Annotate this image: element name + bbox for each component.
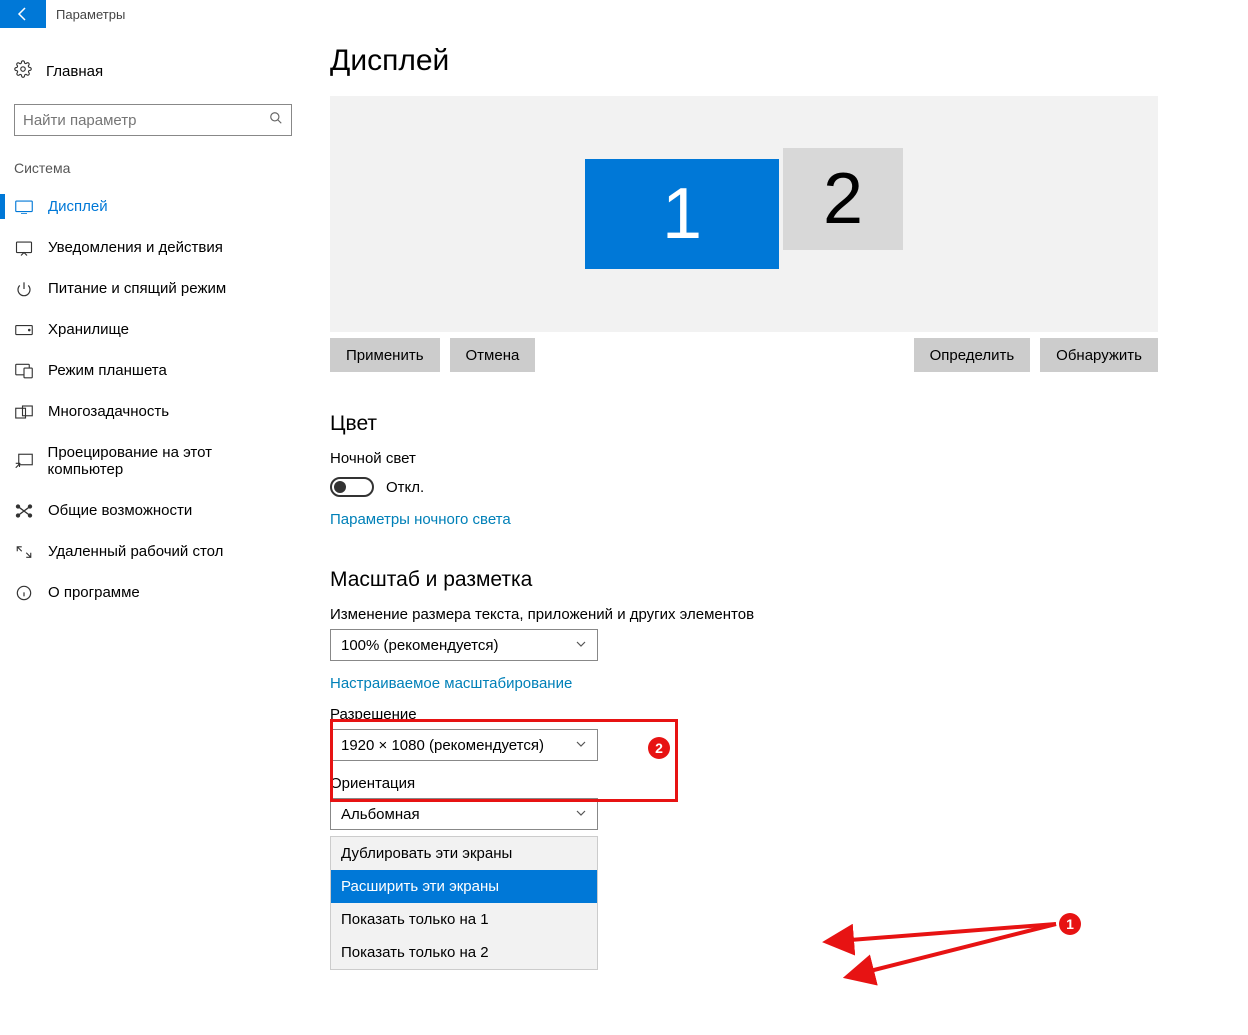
cancel-button[interactable]: Отмена: [450, 338, 536, 372]
orientation-value: Альбомная: [341, 806, 420, 823]
home-link[interactable]: Главная: [0, 50, 300, 92]
menu-item-only-2[interactable]: Показать только на 2: [331, 936, 597, 969]
sidebar-item-label: Хранилище: [48, 321, 129, 338]
sidebar-item-display[interactable]: Дисплей: [0, 186, 300, 227]
apply-button[interactable]: Применить: [330, 338, 440, 372]
sidebar-item-shared[interactable]: Общие возможности: [0, 490, 300, 531]
resolution-dropdown[interactable]: 1920 × 1080 (рекомендуется): [330, 729, 598, 761]
titlebar: Параметры: [0, 0, 1248, 28]
sidebar: Главная Система Дисплей Уведомления и де…: [0, 28, 300, 1000]
sidebar-item-label: Общие возможности: [48, 502, 192, 519]
search-icon: [269, 111, 283, 129]
scale-section-title: Масштаб и разметка: [330, 568, 1218, 592]
menu-item-only-1[interactable]: Показать только на 1: [331, 903, 597, 936]
sidebar-item-remote[interactable]: Удаленный рабочий стол: [0, 531, 300, 572]
arrow-left-icon: [15, 6, 31, 22]
custom-scale-link[interactable]: Настраиваемое масштабирование: [330, 675, 572, 692]
multi-display-menu: Дублировать эти экраны Расширить эти экр…: [330, 836, 598, 970]
power-icon: [14, 281, 34, 297]
scale-value: 100% (рекомендуется): [341, 637, 498, 654]
orientation-dropdown[interactable]: Альбомная: [330, 798, 598, 830]
toggle-state: Откл.: [386, 479, 424, 496]
detect-button[interactable]: Обнаружить: [1040, 338, 1158, 372]
scale-dropdown[interactable]: 100% (рекомендуется): [330, 629, 598, 661]
sidebar-item-power[interactable]: Питание и спящий режим: [0, 268, 300, 309]
projecting-icon: [14, 453, 34, 469]
scale-label: Изменение размера текста, приложений и д…: [330, 606, 1218, 623]
main-content: Дисплей 1 2 Применить Отмена Определить …: [300, 28, 1248, 1000]
tablet-icon: [14, 363, 34, 379]
window-title: Параметры: [56, 7, 125, 22]
sidebar-item-notifications[interactable]: Уведомления и действия: [0, 227, 300, 268]
back-button[interactable]: [0, 0, 46, 28]
sidebar-item-label: О программе: [48, 584, 140, 601]
menu-item-duplicate[interactable]: Дублировать эти экраны: [331, 837, 597, 870]
display-arrangement[interactable]: 1 2: [330, 96, 1158, 332]
menu-item-extend[interactable]: Расширить эти экраны: [331, 870, 597, 903]
sidebar-item-label: Многозадачность: [48, 403, 169, 420]
identify-button[interactable]: Определить: [914, 338, 1031, 372]
search-input-box[interactable]: [14, 104, 292, 136]
sidebar-item-storage[interactable]: Хранилище: [0, 309, 300, 350]
display-icon: [14, 200, 34, 214]
chevron-down-icon: [575, 806, 587, 823]
color-section-title: Цвет: [330, 412, 1218, 436]
search-input[interactable]: [23, 106, 269, 134]
sidebar-item-label: Уведомления и действия: [48, 239, 223, 256]
sidebar-item-tablet[interactable]: Режим планшета: [0, 350, 300, 391]
chevron-down-icon: [575, 637, 587, 654]
page-title: Дисплей: [330, 44, 1218, 78]
notification-icon: [14, 240, 34, 256]
multitask-icon: [14, 405, 34, 419]
annotation-badge-2: 2: [648, 737, 670, 759]
resolution-value: 1920 × 1080 (рекомендуется): [341, 737, 544, 754]
toggle-knob: [334, 481, 346, 493]
chevron-down-icon: [575, 737, 587, 754]
sidebar-item-label: Дисплей: [48, 198, 108, 215]
gear-icon: [14, 60, 32, 82]
night-light-label: Ночной свет: [330, 450, 1218, 467]
monitor-1[interactable]: 1: [585, 159, 779, 269]
night-light-toggle[interactable]: [330, 477, 374, 497]
orientation-label: Ориентация: [330, 775, 1218, 792]
remote-icon: [14, 544, 34, 560]
sidebar-item-label: Удаленный рабочий стол: [48, 543, 223, 560]
night-light-settings-link[interactable]: Параметры ночного света: [330, 511, 511, 528]
sidebar-item-label: Проецирование на этот компьютер: [48, 444, 286, 478]
sidebar-item-projecting[interactable]: Проецирование на этот компьютер: [0, 432, 300, 490]
sidebar-item-about[interactable]: О программе: [0, 572, 300, 613]
group-label: Система: [0, 158, 300, 186]
sidebar-item-label: Питание и спящий режим: [48, 280, 226, 297]
annotation-badge-1: 1: [1059, 913, 1081, 935]
storage-icon: [14, 324, 34, 336]
info-icon: [14, 585, 34, 601]
resolution-label: Разрешение: [330, 706, 1218, 723]
home-label: Главная: [46, 63, 103, 80]
shared-icon: [14, 503, 34, 519]
monitor-2[interactable]: 2: [783, 148, 903, 250]
display-buttons: Применить Отмена Определить Обнаружить: [330, 338, 1158, 372]
sidebar-item-multitask[interactable]: Многозадачность: [0, 391, 300, 432]
sidebar-item-label: Режим планшета: [48, 362, 167, 379]
night-light-toggle-row: Откл.: [330, 477, 1218, 497]
